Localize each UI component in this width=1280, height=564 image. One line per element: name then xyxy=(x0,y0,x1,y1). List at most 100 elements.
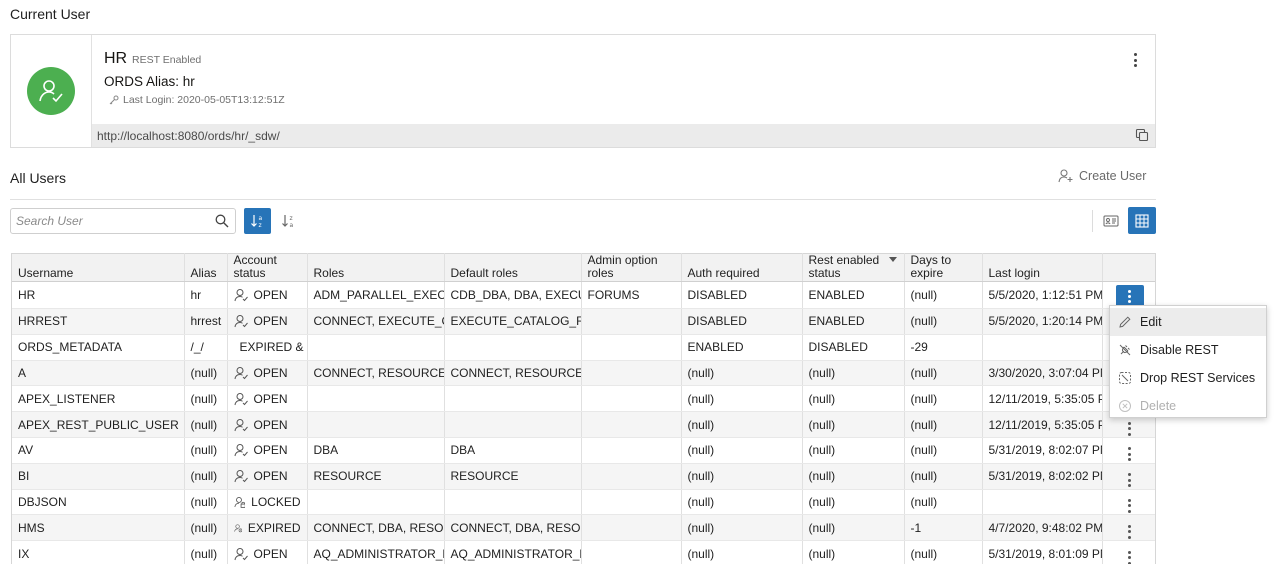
column-header-sorted[interactable]: Rest enabled status xyxy=(802,253,905,282)
cell-admin-roles xyxy=(581,489,682,516)
sort-descending-icon: z a xyxy=(281,215,293,229)
cell-admin-roles xyxy=(581,385,682,413)
users-table: Username Alias Account status Roles Defa… xyxy=(12,253,1155,564)
search-icon[interactable] xyxy=(215,214,229,228)
row-actions-button[interactable] xyxy=(1125,421,1135,436)
status-text: OPEN xyxy=(253,546,288,561)
menu-item-edit[interactable]: Edit xyxy=(1110,308,1266,336)
section-divider xyxy=(10,199,1156,200)
sort-ascending-button[interactable]: a z xyxy=(244,208,271,234)
cell-alias: (null) xyxy=(184,385,228,413)
row-actions-button[interactable] xyxy=(1125,447,1135,462)
cell-admin-roles xyxy=(581,437,682,464)
cell-rest: (null) xyxy=(802,540,905,564)
cell-rest: ENABLED xyxy=(802,281,905,309)
rest-url-bar: http://localhost:8080/ords/hr/_sdw/ xyxy=(92,124,1155,147)
sort-descending-button[interactable]: z a xyxy=(275,208,302,234)
card-view-button[interactable] xyxy=(1097,208,1124,234)
row-actions-button[interactable] xyxy=(1125,524,1135,539)
cell-auth: DISABLED xyxy=(681,308,803,335)
row-actions-button[interactable] xyxy=(1125,473,1135,488)
column-header[interactable]: Alias xyxy=(184,253,228,282)
rest-url: http://localhost:8080/ords/hr/_sdw/ xyxy=(97,129,280,143)
column-header[interactable]: Account status xyxy=(227,253,308,282)
search-input[interactable] xyxy=(11,209,201,233)
table-row[interactable]: APEX_LISTENER (null) OPEN (null) (null) (null… xyxy=(12,385,1155,413)
table-row[interactable]: APEX_REST_PUBLIC_USER (null) OPEN (null) (nu… xyxy=(12,411,1155,438)
column-header[interactable]: Roles xyxy=(307,253,445,282)
table-row[interactable]: DBJSON (null) LOCKED (null) (null) (null) xyxy=(12,489,1155,516)
cell-days: -29 xyxy=(904,334,983,361)
table-row[interactable]: AV (null) OPEN DBA DBA (null) (null) (null) 5/31… xyxy=(12,437,1155,464)
menu-item-drop-rest-services[interactable]: Drop REST Services xyxy=(1110,364,1266,392)
cell-admin-roles xyxy=(581,308,682,335)
search-box xyxy=(10,208,236,234)
cell-alias: (null) xyxy=(184,463,228,490)
rest-enabled-badge: REST Enabled xyxy=(132,54,202,66)
menu-item-disable-rest[interactable]: Disable REST xyxy=(1110,336,1266,364)
column-header[interactable]: Default roles xyxy=(444,253,582,282)
row-actions-cell xyxy=(1102,514,1155,542)
sort-ascending-icon: a z xyxy=(250,215,262,229)
column-header[interactable]: Username xyxy=(12,253,185,282)
pencil-icon xyxy=(1119,316,1131,328)
cell-alias: (null) xyxy=(184,437,228,464)
user-actions-menu-button[interactable] xyxy=(1129,51,1141,69)
avatar-container xyxy=(11,35,92,147)
cell-default-roles: CONNECT, DBA, RESOURCE xyxy=(444,514,582,542)
cell-default-roles: CDB_DBA, DBA, EXECUTE_CATALOG_ROLE xyxy=(444,281,582,309)
table-row[interactable]: HRhr OPEN ADM_PARALLEL_EXECUTE_TASKCDB_DBA… xyxy=(12,281,1155,309)
cell-default-roles: DBA xyxy=(444,437,582,464)
row-actions-button[interactable] xyxy=(1125,550,1135,564)
cell-admin-roles: FORUMS xyxy=(581,281,682,309)
table-row[interactable]: BI (null) OPEN RESOURCE RESOURCE (null) (null)… xyxy=(12,463,1155,490)
cell-auth: DISABLED xyxy=(681,281,803,309)
grid-view-button[interactable] xyxy=(1128,207,1156,234)
table-row[interactable]: IX(null)OPENAQ_ADMINISTRATOR_ROLEAQ_ADMI… xyxy=(12,540,1155,564)
table-row[interactable]: ORDS_METADATA/_/ EXPIRED & LOCKED ENABLEDD… xyxy=(12,334,1155,361)
cell-roles: CONNECT, EXECUTE_CATALOG_ROLE xyxy=(307,308,445,335)
table-row[interactable]: HMS(null)EXPIREDCONNECT, DBA, RESOURCECO… xyxy=(12,514,1155,542)
ords-alias: ORDS Alias: hr xyxy=(104,74,195,89)
cell-default-roles: AQ_ADMINISTRATOR_ROLE xyxy=(444,540,582,564)
create-user-button[interactable]: Create User xyxy=(1058,169,1146,183)
row-actions-button[interactable] xyxy=(1125,498,1135,513)
cell-days: (null) xyxy=(904,540,983,564)
table-row[interactable]: HRRESThrrest OPEN CONNECT, EXECUTE_CATALOG… xyxy=(12,308,1155,335)
status-text: EXPIRED xyxy=(247,520,301,535)
cell-status: OPEN xyxy=(227,411,308,438)
cell-alias: hr xyxy=(184,281,228,309)
user-check-icon xyxy=(39,80,63,103)
column-header[interactable]: Auth required xyxy=(681,253,803,282)
cell-alias: hrrest xyxy=(184,308,228,335)
cell-username: APEX_REST_PUBLIC_USER xyxy=(12,411,185,438)
cell-username: AV xyxy=(12,437,185,464)
cell-status: EXPIRED & LOCKED xyxy=(227,334,308,361)
column-header[interactable]: Days to expire xyxy=(904,253,983,282)
copy-icon[interactable] xyxy=(1135,128,1149,142)
cell-roles: CONNECT, DBA, RESOURCE xyxy=(307,514,445,542)
menu-item-label: Edit xyxy=(1140,315,1162,329)
column-header[interactable]: Last login xyxy=(982,253,1103,282)
cell-days: -1 xyxy=(904,514,983,542)
cell-days: (null) xyxy=(904,463,983,490)
cell-admin-roles xyxy=(581,411,682,438)
table-row[interactable]: A (null) OPEN CONNECT, RESOURCE CONNECT, RES… xyxy=(12,360,1155,387)
cell-alias: (null) xyxy=(184,360,228,387)
cell-alias: (null) xyxy=(184,514,228,542)
cell-default-roles xyxy=(444,489,582,516)
status-text: OPEN xyxy=(253,391,288,406)
cell-username: IX xyxy=(12,540,185,564)
cell-admin-roles xyxy=(581,463,682,490)
sort-caret-icon xyxy=(888,257,897,262)
status-text: LOCKED xyxy=(251,494,301,509)
cell-status: OPEN xyxy=(227,360,308,387)
user-check-icon xyxy=(234,392,248,406)
column-header[interactable]: Admin option roles xyxy=(581,253,682,282)
cell-rest: (null) xyxy=(802,489,905,516)
cell-status: OPEN xyxy=(227,385,308,413)
cell-alias: (null) xyxy=(184,489,228,516)
card-view-icon xyxy=(1103,215,1118,227)
cell-last-login: 12/11/2019, 5:35:05 PM xyxy=(982,385,1103,413)
status-text: EXPIRED & LOCKED xyxy=(239,340,307,355)
